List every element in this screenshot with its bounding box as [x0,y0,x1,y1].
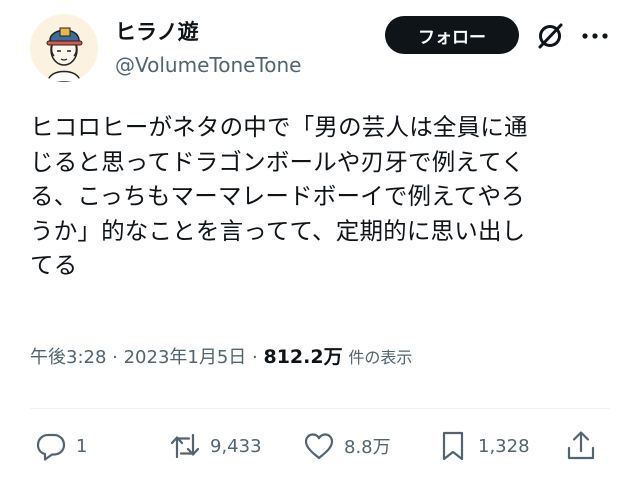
views-count[interactable]: 812.2万 [263,346,342,368]
action-bar: 1 9,433 8.8万 1,328 [30,425,610,467]
views-label[interactable]: 件の表示 [348,348,412,367]
tweet-text: ヒコロヒーがネタの中で「男の芸人は全員に通 じると思ってドラゴンボールや刃牙で例… [30,113,528,279]
display-name[interactable]: ヒラノ遊 [115,18,199,46]
reply-count: 1 [76,435,88,457]
bookmark-button[interactable]: 1,328 [436,425,530,467]
reply-button[interactable]: 1 [34,425,87,467]
share-button[interactable] [564,425,598,467]
user-handle[interactable]: @VolumeToneTone [115,52,301,78]
meta-separator: · [106,347,124,368]
bookmark-icon [442,431,464,461]
grok-icon[interactable] [534,20,566,52]
tweet-meta: 午後3:28 · 2023年1月5日 · 812.2万 件の表示 [30,342,412,373]
retweet-icon [170,433,200,459]
divider [30,408,610,409]
more-icon[interactable] [580,24,610,48]
avatar[interactable] [30,14,98,82]
reply-icon [36,433,66,461]
retweet-count: 9,433 [210,435,262,457]
follow-button[interactable]: フォロー [385,16,519,54]
like-button[interactable]: 8.8万 [302,425,391,467]
like-icon [304,433,334,460]
retweet-button[interactable]: 9,433 [168,425,262,467]
bookmark-count: 1,328 [478,435,530,457]
share-icon [567,431,595,460]
meta-separator: · [246,347,264,368]
like-count: 8.8万 [344,437,391,458]
avatar-illustration [30,14,98,82]
tweet-date[interactable]: 2023年1月5日 [124,347,247,368]
tweet-time[interactable]: 午後3:28 [30,347,106,368]
